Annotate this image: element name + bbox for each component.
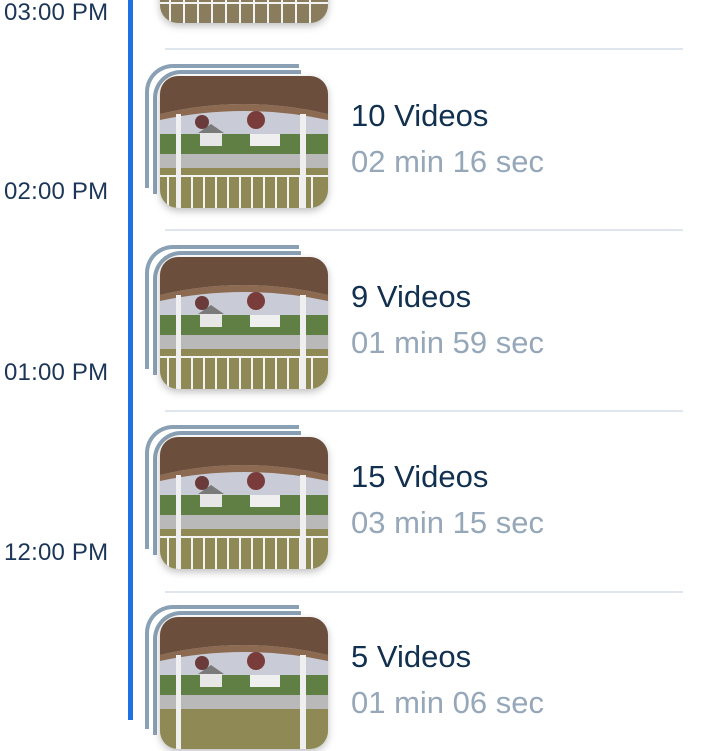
video-stack	[145, 0, 330, 25]
event-row-1[interactable]: 10 Videos 02 min 16 sec	[145, 60, 705, 210]
doorbell-camera-thumbnail	[160, 0, 328, 23]
video-stack	[145, 421, 330, 571]
time-label-3pm: 03:00 PM	[4, 0, 109, 26]
event-title: 10 Videos	[351, 98, 489, 133]
divider	[165, 229, 683, 231]
doorbell-camera-thumbnail	[160, 617, 328, 749]
event-title: 9 Videos	[351, 279, 472, 314]
divider	[165, 591, 683, 593]
time-label-12pm: 12:00 PM	[4, 539, 109, 566]
doorbell-camera-thumbnail	[160, 76, 328, 208]
video-stack	[145, 60, 330, 210]
event-title: 5 Videos	[351, 639, 472, 674]
event-duration: 02 min 16 sec	[351, 144, 544, 179]
event-duration: 01 min 06 sec	[351, 685, 544, 720]
video-stack	[145, 241, 330, 391]
doorbell-camera-thumbnail	[160, 257, 328, 389]
event-title: 15 Videos	[351, 459, 489, 494]
event-row-3[interactable]: 15 Videos 03 min 15 sec	[145, 421, 705, 571]
event-duration: 03 min 15 sec	[351, 505, 544, 540]
video-stack	[145, 601, 330, 751]
timeline-line	[128, 0, 133, 720]
doorbell-camera-thumbnail	[160, 437, 328, 569]
time-label-1pm: 01:00 PM	[4, 359, 109, 386]
event-duration: 01 min 59 sec	[351, 325, 544, 360]
event-row-4[interactable]: 5 Videos 01 min 06 sec	[145, 601, 705, 751]
event-row-2[interactable]: 9 Videos 01 min 59 sec	[145, 241, 705, 391]
divider	[165, 410, 683, 412]
event-row-previous[interactable]	[145, 0, 705, 25]
divider	[165, 48, 683, 50]
time-label-2pm: 02:00 PM	[4, 178, 109, 205]
